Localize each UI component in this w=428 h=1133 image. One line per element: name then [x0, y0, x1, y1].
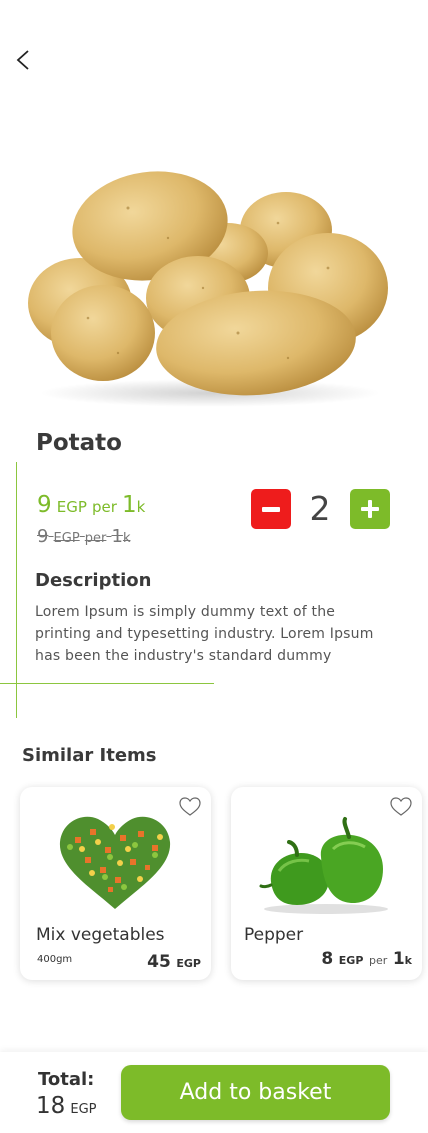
price-unit: k [136, 498, 146, 516]
similar-item-card[interactable]: Pepper 8 EGP per 1k [231, 787, 422, 980]
similar-item-card[interactable]: Mix vegetables 400gm 45 EGP [20, 787, 211, 980]
similar-item-price-unit: k [404, 954, 412, 967]
old-price: 9 EGP per 1k [37, 526, 130, 547]
similar-item-price: 8 EGP per 1k [321, 949, 412, 969]
favorite-heart-icon[interactable] [179, 797, 201, 817]
similar-item-price-unit-amount: 1 [392, 949, 405, 969]
old-price-amount: 9 [37, 526, 49, 547]
total-amount-currency: EGP [70, 1102, 97, 1117]
old-price-unit-amount: 1 [111, 526, 123, 547]
price-unit-amount: 1 [122, 492, 137, 518]
similar-item-price-per: per [368, 954, 388, 967]
description-heading: Description [35, 570, 152, 591]
price-per: per [91, 498, 117, 516]
old-price-per: per [84, 531, 107, 546]
similar-item-price: 45 EGP [147, 952, 201, 972]
add-to-basket-button[interactable]: Add to basket [121, 1065, 390, 1120]
chevron-left-icon [16, 50, 29, 70]
similar-item-weight: 400gm [37, 954, 73, 965]
total-label: Total: [38, 1069, 95, 1090]
increase-quantity-button[interactable] [350, 489, 390, 529]
product-image [28, 171, 388, 407]
favorite-heart-icon[interactable] [390, 797, 412, 817]
total-amount: 18 EGP [36, 1093, 97, 1119]
description-text: Lorem Ipsum is simply dummy text of the … [35, 604, 374, 664]
similar-item-name: Mix vegetables [36, 925, 165, 945]
price-amount: 9 [37, 492, 52, 518]
similar-items-heading: Similar Items [22, 745, 157, 766]
total-amount-value: 18 [36, 1093, 66, 1119]
product-title: Potato [36, 430, 122, 456]
similar-item-price-currency: EGP [338, 954, 364, 967]
similar-item-price-amount: 45 [147, 952, 171, 972]
back-button[interactable] [12, 46, 36, 74]
decorative-vertical-line [16, 462, 17, 718]
decrease-quantity-button[interactable] [251, 489, 291, 529]
similar-item-price-amount: 8 [321, 949, 334, 969]
old-price-currency: EGP [53, 531, 80, 546]
similar-item-price-currency: EGP [176, 957, 201, 970]
decorative-horizontal-line [0, 683, 214, 684]
price-currency: EGP [56, 498, 87, 516]
similar-item-name: Pepper [244, 925, 304, 945]
current-price: 9 EGP per 1k [37, 492, 145, 518]
old-price-unit: k [122, 531, 131, 546]
quantity-value: 2 [309, 489, 331, 528]
